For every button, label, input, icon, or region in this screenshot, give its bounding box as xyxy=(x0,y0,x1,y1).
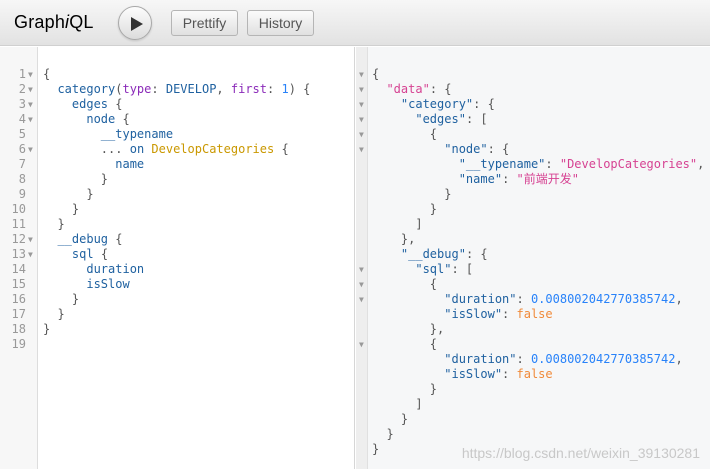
result-line: "edges": [ xyxy=(415,112,488,126)
fold-arrow-icon[interactable]: ▼ xyxy=(28,232,38,247)
code-line: sql { xyxy=(71,247,109,261)
fold-arrow-icon[interactable]: ▼ xyxy=(359,142,367,157)
line-number: 16 xyxy=(11,292,26,306)
result-line: "data": { xyxy=(386,82,452,96)
result-line: { xyxy=(372,127,438,141)
line-number: 12 xyxy=(11,232,26,246)
fold-arrow-icon[interactable]: ▼ xyxy=(28,97,38,112)
line-number: 13 xyxy=(11,247,26,261)
watermark: https://blog.csdn.net/weixin_39130281 xyxy=(461,445,700,461)
fold-arrow-icon[interactable]: ▼ xyxy=(359,97,367,112)
line-number: 19 xyxy=(11,337,26,351)
fold-arrow-icon[interactable]: ▼ xyxy=(28,142,38,157)
result-line: { xyxy=(372,67,380,81)
code-line: } xyxy=(57,217,65,231)
code-line: category(type: DEVELOP, first: 1) { xyxy=(57,82,311,96)
result-line: { xyxy=(372,337,438,351)
fold-arrow-icon[interactable]: ▼ xyxy=(28,247,38,262)
line-number: 3 xyxy=(18,97,26,111)
result-line: } xyxy=(372,442,380,456)
code-line: ... on DevelopCategories { xyxy=(100,142,289,156)
code-line: } xyxy=(71,202,80,216)
play-icon xyxy=(131,17,143,31)
result-line: ] xyxy=(372,397,423,411)
line-number: 5 xyxy=(18,127,26,141)
code-line: edges { xyxy=(71,97,123,111)
fold-arrow-icon[interactable]: ▼ xyxy=(359,292,367,307)
code-line: } xyxy=(86,187,94,201)
result-line: { xyxy=(372,277,438,291)
code-line: } xyxy=(100,172,109,186)
query-editor[interactable]: 1 ▼ 2 ▼ 3 ▼ 4 ▼ 5 6 ▼ 7 8 9 10 11 12 ▼ 13 ▼ 14 15 16 17 18 19 { c… xyxy=(0,47,355,469)
line-number: 11 xyxy=(11,217,26,231)
code-line: } xyxy=(71,292,80,306)
line-number: 1 xyxy=(18,67,26,81)
result-line: } xyxy=(372,412,409,426)
line-number: 7 xyxy=(18,157,26,171)
result-line: "sql": [ xyxy=(415,262,474,276)
line-number: 18 xyxy=(11,322,26,336)
fold-arrow-icon[interactable]: ▼ xyxy=(359,127,367,142)
line-number: 15 xyxy=(11,277,26,291)
fold-arrow-icon[interactable]: ▼ xyxy=(359,277,367,292)
fold-arrow-icon[interactable]: ▼ xyxy=(28,112,38,127)
history-button[interactable]: History xyxy=(247,10,314,36)
result-line: } xyxy=(372,427,394,441)
fold-arrow-icon[interactable]: ▼ xyxy=(359,262,367,277)
code-line: { xyxy=(43,67,51,81)
fold-arrow-icon[interactable]: ▼ xyxy=(359,82,367,97)
prettify-button[interactable]: Prettify xyxy=(171,10,238,36)
result-line: } xyxy=(372,202,438,216)
code-line: __debug { xyxy=(57,232,123,246)
result-line: "__debug": { xyxy=(400,247,488,261)
line-number: 14 xyxy=(11,262,26,276)
code-line: __typename xyxy=(100,127,174,141)
result-line: "isSlow": false xyxy=(444,367,553,381)
result-line: "category": { xyxy=(400,97,495,111)
result-line: } xyxy=(372,187,452,201)
fold-arrow-icon[interactable]: ▼ xyxy=(28,67,38,82)
result-line: "duration": 0.008002042770385742, xyxy=(444,292,683,306)
fold-arrow-icon[interactable]: ▼ xyxy=(359,67,367,82)
app-title: GraphiQL xyxy=(14,12,94,32)
line-number: 4 xyxy=(18,112,26,126)
result-line: "name": "前端开发" xyxy=(458,172,579,186)
fold-arrow-icon[interactable]: ▼ xyxy=(359,337,367,352)
line-number: 2 xyxy=(18,82,26,96)
line-number: 9 xyxy=(18,187,26,201)
line-number: 17 xyxy=(11,307,26,321)
result-line: "__typename": "DevelopCategories", xyxy=(458,157,705,171)
code-line: } xyxy=(57,307,65,321)
result-line: } xyxy=(372,382,438,396)
result-line: }, xyxy=(372,232,416,246)
result-line: ] xyxy=(372,217,423,231)
code-line: } xyxy=(43,322,51,336)
code-line: node { xyxy=(86,112,130,126)
line-number: 6 xyxy=(18,142,26,156)
line-number: 10 xyxy=(11,202,26,216)
result-line: "duration": 0.008002042770385742, xyxy=(444,352,683,366)
fold-arrow-icon[interactable]: ▼ xyxy=(28,82,38,97)
line-number: 8 xyxy=(18,172,26,186)
result-viewer: ▼ ▼ ▼ ▼ ▼ ▼ ▼ ▼ ▼ ▼ { "data": { "categor… xyxy=(356,47,710,469)
fold-arrow-icon[interactable]: ▼ xyxy=(359,112,367,127)
code-line: duration xyxy=(86,262,145,276)
result-line: "isSlow": false xyxy=(444,307,553,321)
result-line: }, xyxy=(372,322,445,336)
code-line: isSlow xyxy=(86,277,130,291)
toolbar: GraphiQL Prettify History xyxy=(0,0,710,46)
execute-query-button[interactable] xyxy=(118,6,152,40)
result-line: "node": { xyxy=(444,142,510,156)
code-line: name xyxy=(115,157,145,171)
